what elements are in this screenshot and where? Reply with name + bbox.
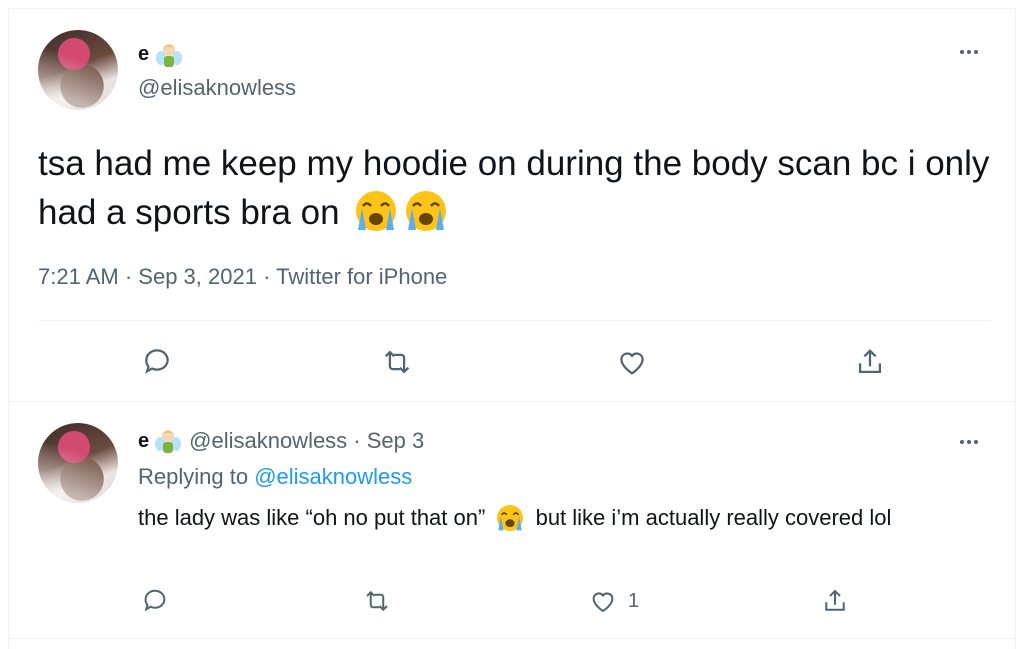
more-options-icon[interactable] [960,47,978,57]
author-name[interactable]: e [138,43,149,66]
reply-like-button[interactable]: 1 [588,586,639,616]
like-count: 1 [628,589,640,612]
share-button[interactable] [853,345,887,379]
share-icon [858,349,882,374]
meta-separator: · [118,264,139,289]
reply-body-part1: the lady was like “oh no put that on” [138,505,486,530]
tweet-date[interactable]: Sep 3, 2021 [138,264,257,289]
like-icon [592,592,614,613]
divider [8,401,1016,402]
tweet-text: tsa had me keep my hoodie on during the … [38,140,998,237]
reply-share-button[interactable] [820,586,850,616]
reply-reply-button[interactable] [140,586,170,616]
like-button[interactable] [615,345,649,379]
reply-avatar[interactable] [38,423,118,503]
author-handle[interactable]: @elisaknowless [138,75,296,101]
replying-handle-link[interactable]: @elisaknowless [254,464,412,489]
loudly-crying-face-icon [353,188,399,234]
share-icon [825,589,845,611]
man-fairy-emoji-icon [155,427,182,455]
reply-more-options-icon[interactable] [960,437,978,447]
tweet-thread [8,8,1016,649]
reply-body-part2: but like i’m actually really covered lol [535,505,892,530]
loudly-crying-face-icon [403,188,449,234]
tweet-time[interactable]: 7:21 AM [38,264,119,289]
tweet-meta: 7:21 AM · Sep 3, 2021 · Twitter for iPho… [38,264,447,290]
reply-icon [145,349,169,374]
reply-author-handle[interactable]: @elisaknowless [189,428,347,454]
replying-label: Replying to [138,464,255,489]
meta-separator: · [347,428,367,453]
reply-author-name[interactable]: e [138,430,149,453]
replying-to: Replying to @elisaknowless [138,464,412,490]
reply-text: the lady was like “oh no put that on” bu… [138,502,988,534]
reply-date[interactable]: Sep 3 [367,428,425,454]
like-icon [620,352,644,375]
man-fairy-emoji-icon [156,41,182,67]
reply-icon [144,589,166,612]
reply-header: e @elisaknowless · Sep 3 [138,427,424,455]
retweet-icon [366,590,388,612]
tweet-source[interactable]: Twitter for iPhone [276,264,447,289]
retweet-button[interactable] [380,345,414,379]
tweet-body: tsa had me keep my hoodie on during the … [38,144,990,232]
loudly-crying-face-icon [495,503,525,533]
divider [8,638,1016,639]
retweet-icon [384,350,410,374]
meta-separator: · [256,264,277,289]
avatar[interactable] [38,30,118,110]
divider [38,320,990,321]
reply-button[interactable] [140,345,174,379]
reply-retweet-button[interactable] [362,586,392,616]
